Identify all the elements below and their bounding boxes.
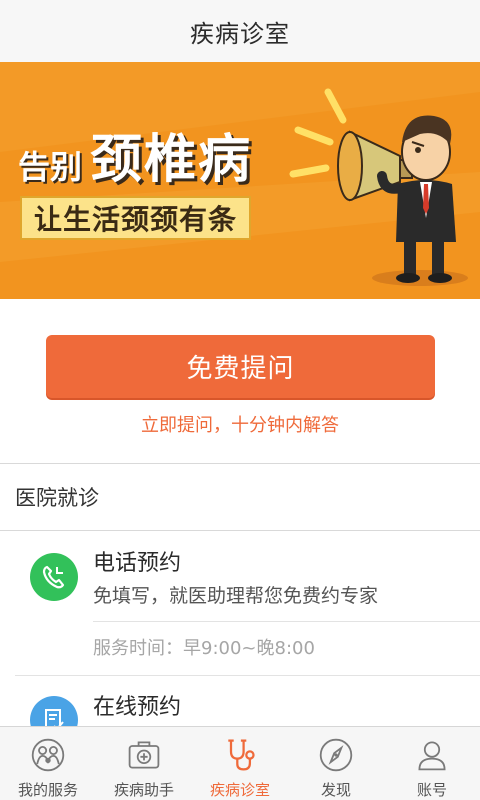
service-online-booking[interactable]: 在线预约 bbox=[0, 676, 480, 726]
divider bbox=[0, 463, 480, 464]
banner-headline: 告别 颈椎病 bbox=[18, 117, 252, 192]
tab-label: 疾病诊室 bbox=[209, 781, 270, 799]
tab-label: 账号 bbox=[416, 781, 447, 799]
compass-icon bbox=[319, 738, 353, 772]
service-phone-booking[interactable]: 电话预约 免填写，就医助理帮您免费约专家 服务时间：早9:00~晚8:00 bbox=[0, 531, 480, 676]
megaphone-man-illustration bbox=[289, 88, 456, 283]
tab-disease-clinic[interactable]: 疾病诊室 bbox=[192, 727, 288, 800]
divider bbox=[93, 621, 480, 622]
tab-disease-assistant[interactable]: 疾病助手 bbox=[96, 727, 192, 800]
ask-hint-text: 立即提问，十分钟内解答 bbox=[141, 415, 339, 436]
user-icon bbox=[418, 741, 446, 771]
stethoscope-icon bbox=[228, 739, 255, 771]
promo-banner[interactable]: 告别 颈椎病 让生活颈颈有条 bbox=[0, 62, 480, 299]
medical-kit-icon bbox=[128, 741, 160, 769]
banner-title-prefix: 告别 bbox=[18, 148, 83, 186]
service-description: 免填写，就医助理帮您免费约专家 bbox=[93, 585, 379, 607]
family-icon bbox=[31, 738, 65, 772]
form-icon bbox=[30, 696, 78, 726]
tab-label: 疾病助手 bbox=[113, 781, 174, 799]
free-ask-button[interactable]: 免费提问 bbox=[46, 335, 435, 398]
service-title: 电话预约 bbox=[93, 551, 182, 576]
section-title-hospital: 医院就诊 bbox=[15, 486, 99, 510]
tab-label: 发现 bbox=[320, 781, 351, 799]
tab-discover[interactable]: 发现 bbox=[288, 727, 384, 800]
tab-label: 我的服务 bbox=[17, 781, 78, 799]
service-title: 在线预约 bbox=[93, 695, 182, 720]
service-time: 服务时间：早9:00~晚8:00 bbox=[93, 638, 315, 659]
phone-icon bbox=[30, 553, 78, 601]
tab-my-services[interactable]: 我的服务 bbox=[0, 727, 96, 800]
bottom-tab-bar: 我的服务 疾病助手 疾病诊室 发现 账号 bbox=[0, 726, 480, 800]
top-bar: 疾病诊室 bbox=[0, 0, 480, 62]
page-title: 疾病诊室 bbox=[190, 19, 290, 48]
banner-title-main: 颈椎病 bbox=[90, 130, 253, 190]
banner-subtitle: 让生活颈颈有条 bbox=[20, 196, 252, 240]
tab-account[interactable]: 账号 bbox=[384, 727, 480, 800]
